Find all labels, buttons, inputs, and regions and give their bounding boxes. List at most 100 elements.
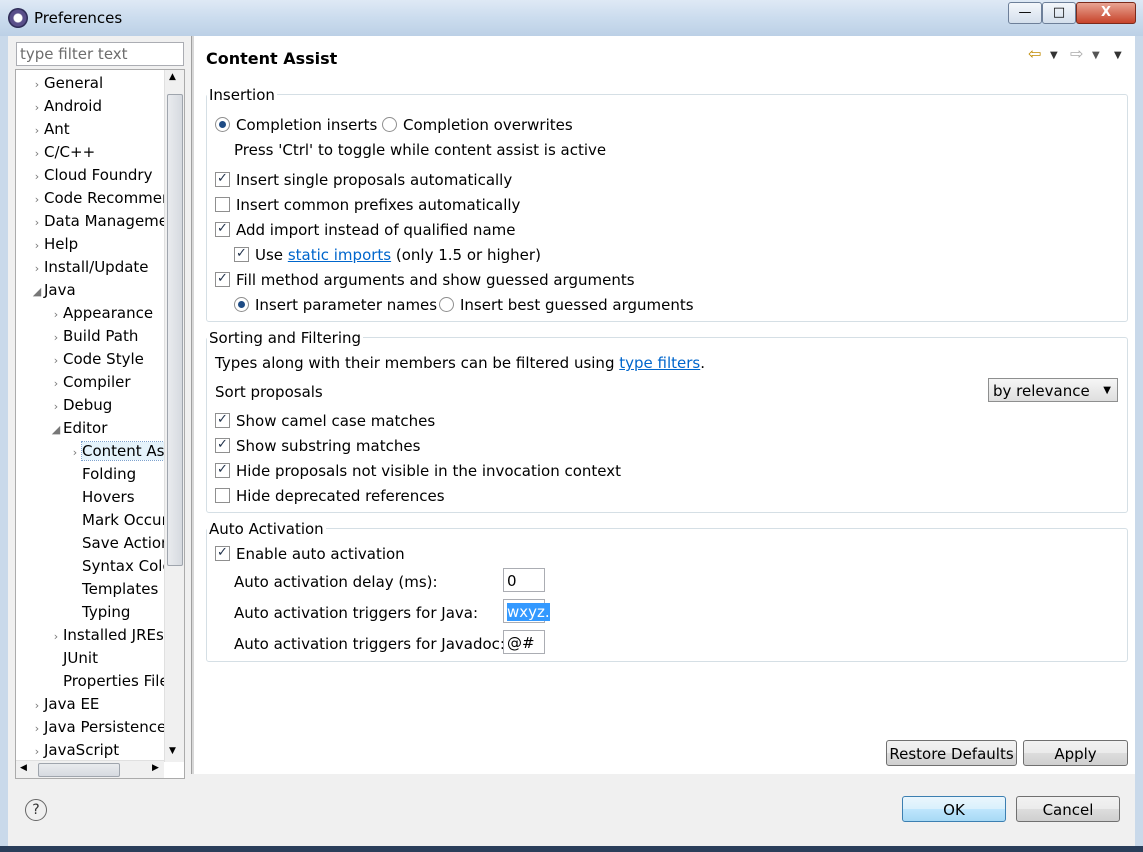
back-menu-chevron-icon[interactable]: ▼ [1050,50,1058,61]
java-triggers-input[interactable]: wxyz. [503,599,550,623]
collapsed-twisty-icon[interactable]: › [30,142,44,165]
collapsed-twisty-icon[interactable]: › [49,349,63,372]
collapsed-twisty-icon[interactable]: › [49,372,63,395]
hide-invisible-proposals-checkbox[interactable]: Hide proposals not visible in the invoca… [215,460,621,481]
tree-item-label: Compiler [63,373,131,391]
forward-menu-chevron-icon[interactable]: ▼ [1092,50,1100,61]
filter-input[interactable]: type filter text [16,42,184,66]
tree-item-installed-jres[interactable]: › Installed JREs [49,624,164,647]
collapsed-twisty-icon[interactable]: › [30,257,44,280]
tree-item-label: Ant [44,120,70,138]
collapsed-twisty-icon[interactable]: › [30,188,44,211]
checkbox-checked-icon [215,543,230,563]
collapsed-twisty-icon[interactable]: › [68,441,82,464]
help-icon[interactable]: ? [25,799,47,821]
collapsed-twisty-icon[interactable]: › [49,326,63,349]
expanded-twisty-icon[interactable]: ◢ [49,418,63,441]
checkbox-label: Add import instead of qualified name [236,221,516,239]
sort-proposals-select[interactable]: by relevance ▼ [988,378,1118,402]
camel-case-checkbox[interactable]: Show camel case matches [215,410,435,431]
fill-method-arguments-checkbox[interactable]: Fill method arguments and show guessed a… [215,269,635,290]
collapsed-twisty-icon[interactable]: › [30,165,44,188]
insert-best-guessed-radio[interactable]: Insert best guessed arguments [439,295,694,315]
tree-item-debug[interactable]: › Debug [49,394,113,418]
tree-item-junit[interactable]: JUnit [49,647,98,670]
collapsed-twisty-icon[interactable]: › [30,234,44,257]
input-value: 0 [507,572,517,590]
tree-item-help[interactable]: › Help [30,233,78,256]
completion-overwrites-radio[interactable]: Completion overwrites [382,115,573,135]
enable-auto-activation-checkbox[interactable]: Enable auto activation [215,543,405,564]
tree-item-java[interactable]: ◢ Java [30,279,76,302]
tree-item-appearance[interactable]: › Appearance [49,302,153,325]
tree-item-c-c-[interactable]: › C/C++ [30,141,95,164]
scroll-left-icon[interactable]: ◀ [20,763,27,773]
tree-item-java-ee[interactable]: › Java EE [30,693,100,717]
tree-item-data-management[interactable]: › Data Management [30,210,184,234]
tree-item-code-style[interactable]: › Code Style [49,348,144,371]
insert-common-prefixes-checkbox[interactable]: Insert common prefixes automatically [215,195,520,215]
scroll-down-icon[interactable]: ▼ [169,746,176,756]
collapsed-twisty-icon[interactable]: › [49,395,63,418]
tree-item-general[interactable]: › General [30,72,103,95]
tree-item-java-persistence[interactable]: › Java Persistence [30,716,166,739]
tree-horizontal-scrollbar[interactable]: ◀ ▶ [16,760,164,778]
forward-arrow-icon[interactable]: ⇨ [1070,44,1083,63]
javadoc-triggers-input[interactable]: @# [503,630,545,654]
collapsed-twisty-icon[interactable]: › [30,694,44,717]
substring-matches-checkbox[interactable]: Show substring matches [215,435,420,456]
collapsed-twisty-icon[interactable]: › [30,717,44,740]
add-import-checkbox[interactable]: Add import instead of qualified name [215,219,516,240]
tree-item-folding[interactable]: Folding [68,463,136,486]
apply-button[interactable]: Apply [1023,740,1128,766]
checkbox-label: Insert single proposals automatically [236,171,513,189]
tree-item-ant[interactable]: › Ant [30,118,70,141]
collapsed-twisty-icon[interactable]: › [30,119,44,142]
tree-item-label: General [44,74,104,92]
collapsed-twisty-icon[interactable]: › [49,303,63,326]
tree-item-install-update[interactable]: › Install/Update [30,256,149,279]
completion-inserts-radio[interactable]: Completion inserts [215,115,377,135]
tree-scroll-thumb[interactable] [167,94,183,566]
tree-item-editor[interactable]: ◢ Editor [49,417,108,441]
hide-deprecated-checkbox[interactable]: Hide deprecated references [215,486,445,506]
checkbox-label: Use [255,246,284,264]
collapsed-twisty-icon[interactable]: › [30,211,44,234]
dialog-client-area: type filter text › General › Android › Ant › C/… [8,36,1135,846]
expanded-twisty-icon[interactable]: ◢ [30,280,44,303]
maximize-button[interactable]: □ [1042,2,1076,24]
insert-parameter-names-radio[interactable]: Insert parameter names [234,295,437,315]
view-menu-icon[interactable]: ▼ [1114,50,1122,61]
ok-button[interactable]: OK [902,796,1006,822]
cancel-button[interactable]: Cancel [1016,796,1120,822]
tree-item-code-recommenders[interactable]: ›Code Recommenders [30,187,184,211]
restore-defaults-button[interactable]: Restore Defaults [886,740,1017,766]
back-arrow-icon[interactable]: ⇦ [1028,44,1041,63]
tree-item-compiler[interactable]: › Compiler [49,371,131,394]
minimize-button[interactable]: — [1008,2,1042,24]
close-button[interactable]: X [1076,2,1136,24]
tree-hscroll-thumb[interactable] [38,763,120,777]
collapsed-twisty-icon[interactable]: › [49,625,63,648]
tree-item-build-path[interactable]: › Build Path [49,325,139,349]
collapsed-twisty-icon[interactable]: › [30,73,44,96]
type-filters-link[interactable]: type filters [619,354,700,372]
auto-activation-delay-input[interactable]: 0 [503,568,545,592]
scroll-right-icon[interactable]: ▶ [152,763,159,773]
filter-description: Types along with their members can be fi… [215,354,615,372]
use-static-imports-checkbox[interactable]: Use static imports (only 1.5 or higher) [234,244,541,265]
tree-vertical-scrollbar[interactable]: ▲ ▼ [164,70,184,762]
insert-single-proposals-checkbox[interactable]: Insert single proposals automatically [215,169,513,190]
tree-item-android[interactable]: › Android [30,95,102,118]
tree-item-save-actions[interactable]: Save Actions [68,532,178,555]
scroll-up-icon[interactable]: ▲ [169,72,176,82]
tree-item-templates[interactable]: Templates [68,578,158,601]
tree-item-javascript[interactable]: › JavaScript [30,739,119,762]
tree-item-typing[interactable]: Typing [68,601,130,624]
radio-selected-icon [215,117,230,132]
tree-item-cloud-foundry[interactable]: › Cloud Foundry [30,164,153,188]
tree-item-label: Hovers [82,488,135,506]
static-imports-link[interactable]: static imports [288,246,391,264]
collapsed-twisty-icon[interactable]: › [30,96,44,119]
tree-item-hovers[interactable]: Hovers [68,486,135,509]
